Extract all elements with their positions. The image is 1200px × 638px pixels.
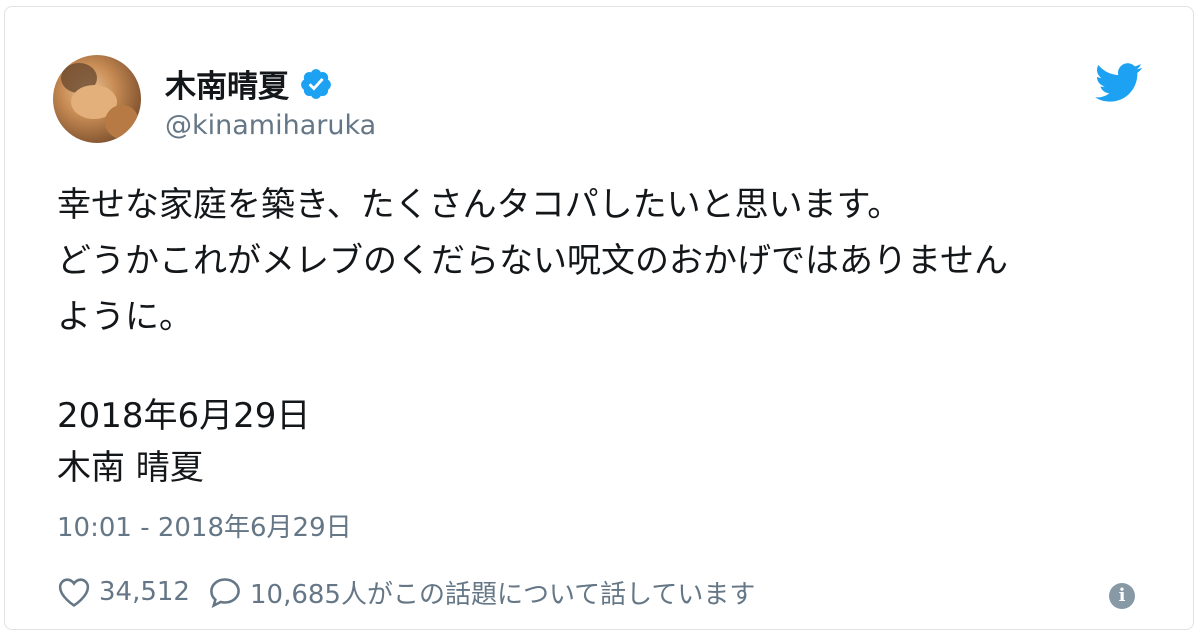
avatar-shape xyxy=(105,105,139,139)
tweet-text: 幸せな家庭を築き、たくさんタコパしたいと思います。 どうかこれがメレブのくだらな… xyxy=(57,177,1167,345)
tweet-card: 木南晴夏 @kinamiharuka 幸せな家庭を築き、たくさんタコパしたいと思… xyxy=(4,6,1194,630)
author-handle[interactable]: @kinamiharuka xyxy=(165,110,376,141)
signature-date: 2018年6月29日 xyxy=(57,396,311,436)
tweet-line: 幸せな家庭を築き、たくさんタコパしたいと思います。 xyxy=(57,185,902,225)
reply-count-text: 10,685人がこの話題について話しています xyxy=(249,579,756,610)
display-name[interactable]: 木南晴夏 xyxy=(165,61,289,106)
tweet-line: どうかこれがメレブのくだらない呪文のおかげではありません xyxy=(57,241,1008,281)
reply-button[interactable]: 10,685人がこの話題について話しています xyxy=(208,574,755,611)
heart-icon xyxy=(58,578,90,607)
like-count: 34,512 xyxy=(99,577,190,607)
avatar[interactable] xyxy=(53,55,141,143)
signature-name: 木南 晴夏 xyxy=(57,448,204,488)
tweet-signature: 2018年6月29日 木南 晴夏 xyxy=(57,390,310,494)
twitter-bird-icon[interactable] xyxy=(1095,63,1143,103)
like-button[interactable]: 34,512 xyxy=(57,576,190,608)
verified-badge-icon xyxy=(301,68,331,99)
speech-bubble-icon xyxy=(210,578,240,608)
tweet-actions: 34,512 10,685人がこの話題について話しています xyxy=(57,571,773,613)
author-name-row[interactable]: 木南晴夏 xyxy=(165,61,333,106)
info-icon[interactable]: i xyxy=(1109,583,1135,609)
tweet-timestamp[interactable]: 10:01 - 2018年6月29日 xyxy=(57,507,352,544)
tweet-line: ように。 xyxy=(57,297,193,337)
